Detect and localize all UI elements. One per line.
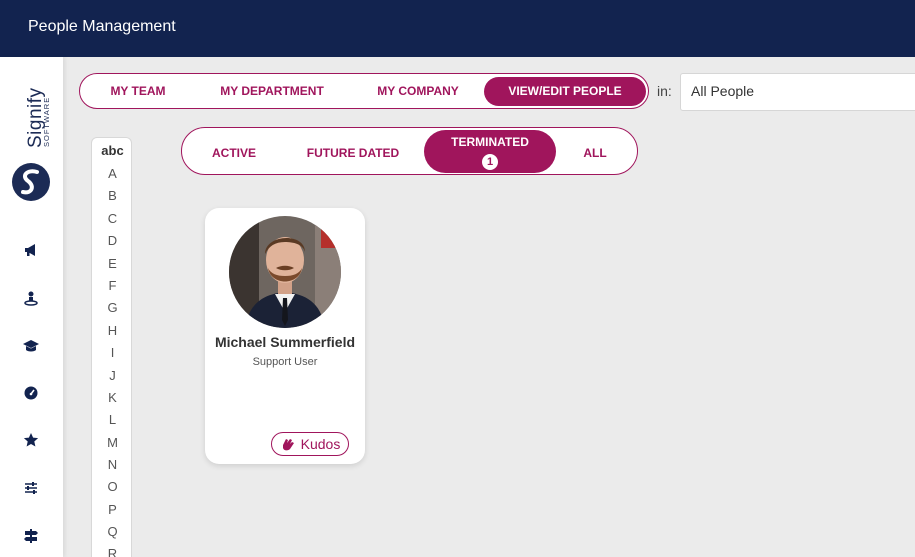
logo-sub: SOFTWARE [42, 96, 51, 147]
kudos-label: Kudos [300, 436, 341, 452]
alphabet-letter[interactable]: O [92, 479, 133, 494]
alphabet-letter[interactable]: L [92, 412, 133, 427]
alphabet-letter[interactable]: E [92, 256, 133, 271]
person-card[interactable]: Michael Summerfield Support User Kudos [205, 208, 365, 464]
alphabet-letter[interactable]: M [92, 435, 133, 450]
alphabet-letter[interactable]: N [92, 457, 133, 472]
megaphone-icon[interactable] [21, 240, 41, 260]
top-bar: People Management [0, 0, 915, 57]
tab-my-department[interactable]: MY DEPARTMENT [207, 84, 337, 98]
gauge-icon[interactable] [21, 383, 41, 403]
alphabet-letter[interactable]: G [92, 300, 133, 315]
people-filter-select[interactable]: All People [680, 73, 915, 111]
star-icon[interactable] [21, 430, 41, 450]
alphabet-filter: abc A B C D E F G H I J K L M N O P Q R [91, 137, 132, 557]
tab-active[interactable]: ACTIVE [200, 146, 268, 160]
avatar [229, 216, 341, 328]
person-name: Michael Summerfield [214, 334, 356, 350]
alphabet-letter[interactable]: B [92, 188, 133, 203]
alphabet-letter[interactable]: A [92, 166, 133, 181]
sliders-icon[interactable] [21, 478, 41, 498]
clapping-hands-icon [280, 436, 296, 452]
page-title: People Management [28, 18, 176, 35]
person-role: Support User [252, 356, 318, 368]
tab-my-company[interactable]: MY COMPANY [363, 84, 473, 98]
terminated-count-badge: 1 [482, 154, 498, 170]
sidebar: Signify SOFTWARE [0, 57, 63, 557]
status-tabs: ACTIVE FUTURE DATED TERMINATED 1 ALL [181, 127, 638, 175]
tab-terminated-label: TERMINATED [451, 135, 529, 149]
alphabet-letter[interactable]: F [92, 278, 133, 293]
alphabet-letter[interactable]: P [92, 502, 133, 517]
signify-logo: Signify SOFTWARE [10, 85, 54, 205]
alphabet-letter[interactable]: H [92, 323, 133, 338]
alphabet-letter[interactable]: K [92, 390, 133, 405]
graduation-cap-icon[interactable] [21, 336, 41, 356]
tab-view-edit-people[interactable]: VIEW/EDIT PEOPLE [484, 77, 646, 106]
alphabet-all[interactable]: abc [92, 143, 133, 158]
alphabet-letter[interactable]: C [92, 211, 133, 226]
logo-mark-icon [12, 163, 50, 201]
alphabet-letter[interactable]: D [92, 233, 133, 248]
alphabet-letter[interactable]: Q [92, 524, 133, 539]
tab-my-team[interactable]: MY TEAM [93, 84, 183, 98]
tab-all[interactable]: ALL [574, 146, 616, 160]
tab-future-dated[interactable]: FUTURE DATED [298, 146, 408, 160]
alphabet-letter[interactable]: I [92, 345, 133, 360]
tab-terminated[interactable]: TERMINATED 1 [424, 130, 556, 173]
user-location-icon[interactable] [21, 288, 41, 308]
filter-in-label: in: [657, 83, 672, 99]
scope-tabs: MY TEAM MY DEPARTMENT MY COMPANY VIEW/ED… [79, 73, 649, 109]
signpost-icon[interactable] [21, 526, 41, 546]
alphabet-letter[interactable]: R [92, 546, 133, 557]
kudos-button[interactable]: Kudos [271, 432, 349, 456]
alphabet-letter[interactable]: J [92, 368, 133, 383]
